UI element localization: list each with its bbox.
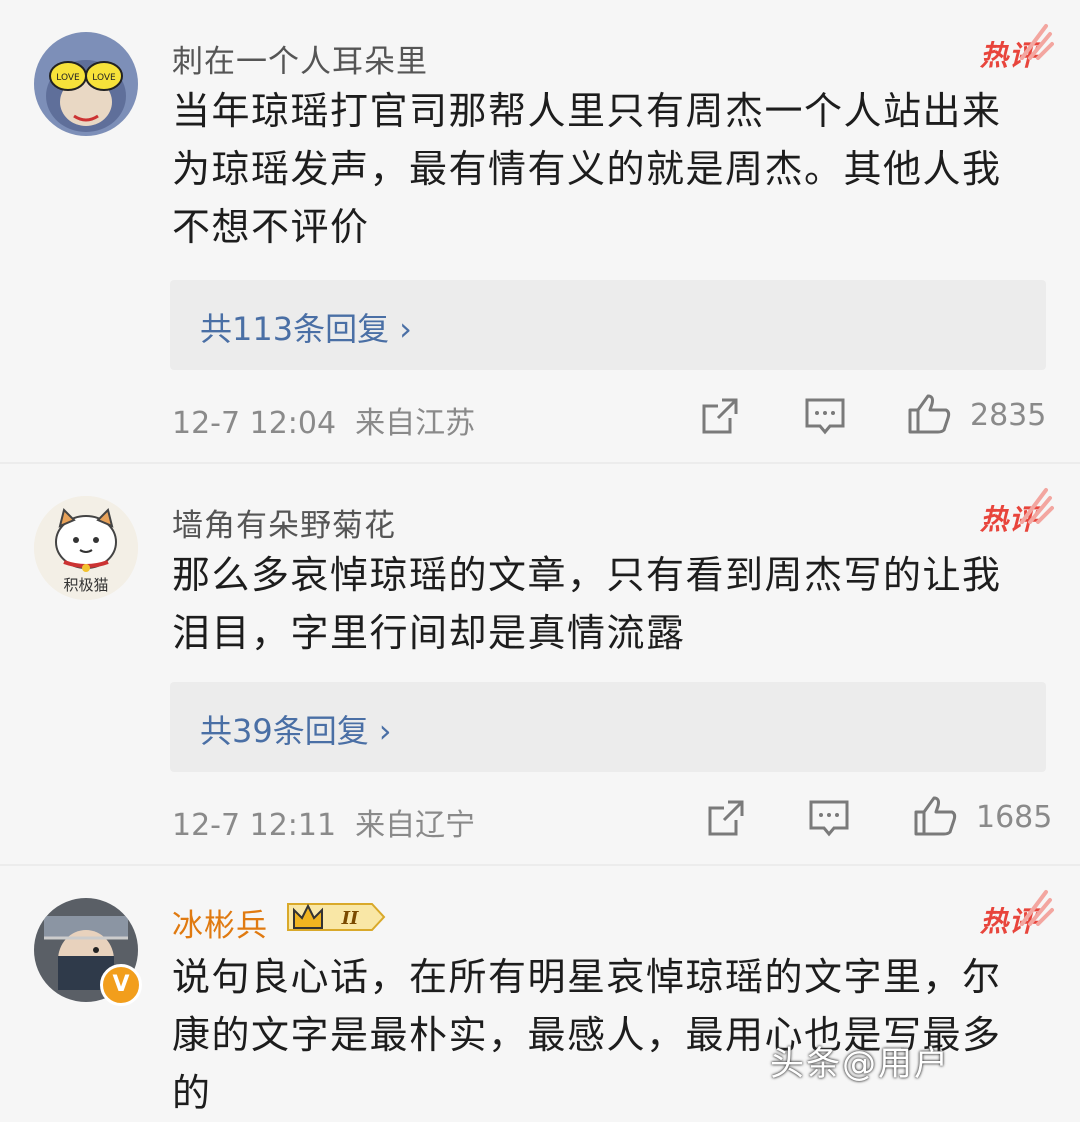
thumbs-up-icon[interactable] bbox=[912, 794, 958, 838]
watermark: 头条@用户 bbox=[770, 1044, 950, 1084]
thumbs-up-icon[interactable] bbox=[906, 392, 952, 436]
flame-icon bbox=[1020, 24, 1054, 60]
username[interactable]: 刺在一个人耳朵里 bbox=[172, 36, 428, 81]
location: 来自辽宁 bbox=[355, 808, 476, 843]
divider bbox=[0, 462, 1080, 464]
avatar[interactable]: LOVE LOVE bbox=[34, 32, 138, 136]
divider bbox=[0, 864, 1080, 866]
like-count: 2835 bbox=[970, 398, 1047, 433]
comment-line: 不想不评价 bbox=[172, 205, 370, 249]
comment-line: 说句良心话，在所有明星哀悼琼瑶的文字里，尔 bbox=[172, 955, 1002, 999]
hot-comment-badge: 热评 bbox=[980, 488, 1054, 538]
timestamp: 12-7 12:04 bbox=[172, 406, 337, 441]
verified-badge: V bbox=[100, 964, 142, 1006]
comment-meta: 12-7 12:04 来自江苏 bbox=[172, 398, 475, 442]
svg-text:II: II bbox=[341, 908, 359, 929]
comment-icon[interactable] bbox=[808, 798, 850, 838]
like-count: 1685 bbox=[976, 800, 1053, 835]
comment-text: 那么多哀悼琼瑶的文章，只有看到周杰写的让我 泪目，字里行间却是真情流露 bbox=[172, 546, 1042, 662]
svg-text:LOVE: LOVE bbox=[56, 73, 80, 83]
replies-box[interactable]: 共113条回复 › bbox=[170, 280, 1046, 370]
comment-text: 说句良心话，在所有明星哀悼琼瑶的文字里，尔 康的文字是最朴实，最感人，最用心也是… bbox=[172, 948, 1042, 1122]
timestamp: 12-7 12:11 bbox=[172, 808, 337, 843]
replies-box[interactable]: 共39条回复 › bbox=[170, 682, 1046, 772]
replies-count: 共39条回复 bbox=[200, 712, 369, 750]
comment-line: 泪目，字里行间却是真情流露 bbox=[172, 611, 686, 655]
chevron-right-icon: › bbox=[378, 712, 392, 750]
svg-text:LOVE: LOVE bbox=[92, 73, 116, 83]
flame-icon bbox=[1020, 488, 1054, 524]
hot-comment-badge: 热评 bbox=[980, 24, 1054, 74]
location: 来自江苏 bbox=[355, 406, 476, 441]
comment-meta: 12-7 12:11 来自辽宁 bbox=[172, 800, 475, 844]
avatar[interactable]: 积极猫 bbox=[34, 496, 138, 600]
comment-line: 当年琼瑶打官司那帮人里只有周杰一个人站出来 bbox=[172, 89, 1002, 133]
avatar-caption: 积极猫 bbox=[63, 576, 108, 594]
comment-text: 当年琼瑶打官司那帮人里只有周杰一个人站出来 为琼瑶发声，最有情有义的就是周杰。其… bbox=[172, 82, 1042, 256]
vip-level-badge: II bbox=[287, 903, 386, 931]
username[interactable]: 冰彬兵 bbox=[172, 900, 268, 945]
chevron-right-icon: › bbox=[399, 310, 412, 348]
comment-line: 为琼瑶发声，最有情有义的就是周杰。其他人我 bbox=[172, 147, 1002, 191]
share-icon[interactable] bbox=[706, 798, 746, 838]
comment-icon[interactable] bbox=[804, 396, 846, 436]
replies-count: 共113条回复 bbox=[200, 310, 390, 348]
username[interactable]: 墙角有朵野菊花 bbox=[172, 500, 396, 545]
flame-icon bbox=[1020, 890, 1054, 926]
share-icon[interactable] bbox=[700, 396, 740, 436]
hot-comment-badge: 热评 bbox=[980, 890, 1054, 940]
comment-line: 那么多哀悼琼瑶的文章，只有看到周杰写的让我 bbox=[172, 553, 1002, 597]
